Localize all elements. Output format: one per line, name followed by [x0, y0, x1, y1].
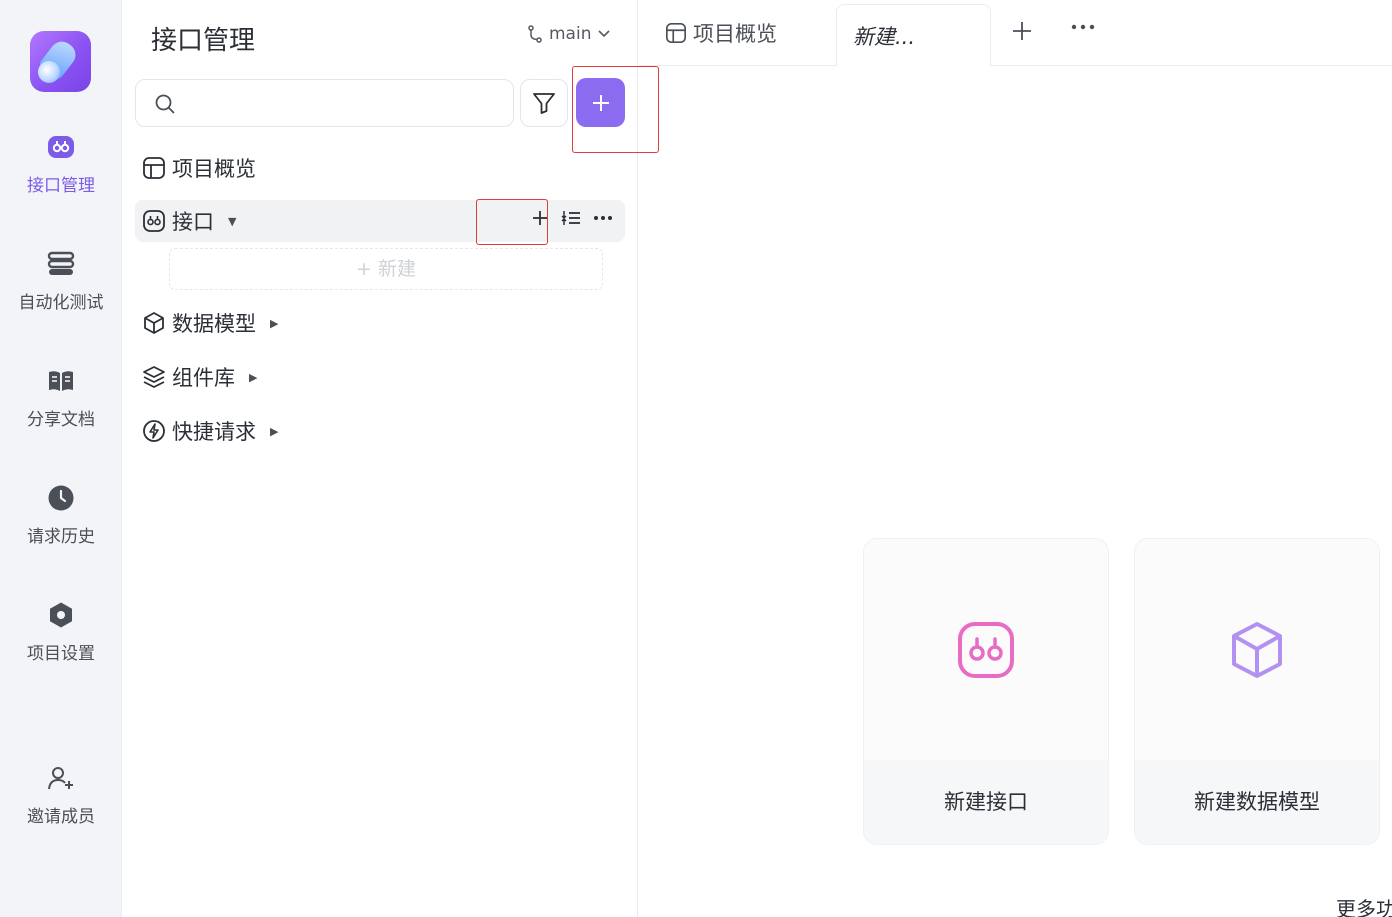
tree-item-quick-request[interactable]: 快捷请求 ▶ [135, 410, 625, 452]
search-icon [155, 94, 175, 114]
more-features-link[interactable]: 更多功 [1336, 893, 1392, 917]
search-input[interactable] [184, 90, 504, 118]
rail-item-label: 接口管理 [27, 176, 95, 196]
lightning-icon [143, 420, 165, 442]
filter-button[interactable] [520, 79, 568, 127]
new-api-card[interactable]: 新建接口 [863, 538, 1109, 845]
search-box [135, 79, 514, 127]
api-management-panel: 接口管理 main 项目概览 接口 ▼ + 新建 数据模型 ▶ 组件库 ▶ 快捷… [123, 0, 659, 917]
new-item-placeholder[interactable]: + 新建 [169, 248, 603, 290]
tree-item-project-overview[interactable]: 项目概览 [135, 147, 625, 189]
sort-list-icon[interactable] [561, 209, 581, 227]
rail-item-share-docs[interactable]: 分享文档 [0, 367, 122, 430]
panel-title: 接口管理 [151, 26, 256, 56]
tree-item-label: 接口 [172, 210, 214, 234]
tree-item-data-model[interactable]: 数据模型 ▶ [135, 302, 625, 344]
tab-project-overview[interactable]: 项目概览 [665, 0, 777, 66]
overview-icon [666, 23, 686, 43]
new-data-model-card[interactable]: 新建数据模型 [1134, 538, 1380, 845]
add-tab-button[interactable] [1011, 20, 1033, 42]
rail-item-project-settings[interactable]: 项目设置 [0, 601, 122, 664]
caret-down-icon[interactable]: ▼ [228, 215, 236, 228]
overview-icon [143, 157, 165, 179]
highlight-box [476, 199, 548, 245]
tree-item-component-library[interactable]: 组件库 ▶ [135, 356, 625, 398]
cube-icon [144, 312, 164, 334]
caret-right-icon[interactable]: ▶ [270, 425, 278, 438]
api-icon [143, 210, 165, 232]
caret-right-icon[interactable]: ▶ [249, 371, 257, 384]
book-icon [49, 371, 73, 391]
clock-icon [48, 485, 74, 511]
caret-right-icon[interactable]: ▶ [270, 317, 278, 330]
tab-bar: 项目概览 新建... [639, 0, 1392, 67]
rail-item-automation-test[interactable]: 自动化测试 [0, 250, 122, 313]
rail-item-label: 项目设置 [27, 644, 95, 664]
filter-icon [533, 93, 555, 114]
api-icon [958, 622, 1014, 678]
settings-icon [50, 602, 72, 628]
tree-item-label: 组件库 [172, 366, 235, 390]
rail-item-request-history[interactable]: 请求历史 [0, 484, 122, 547]
rail-item-label: 请求历史 [27, 527, 95, 547]
chevron-down-icon [598, 30, 611, 38]
tab-label: 新建... [853, 24, 916, 49]
rail-item-label: 分享文档 [27, 410, 95, 430]
app-logo[interactable] [30, 31, 91, 92]
api-icon [48, 136, 74, 158]
highlight-box [572, 66, 659, 153]
more-icon[interactable] [593, 215, 613, 221]
card-label: 新建接口 [864, 760, 1108, 844]
cube-icon [1232, 622, 1282, 678]
automation-icon [47, 251, 75, 275]
left-rail: 接口管理 自动化测试 分享文档 请求历史 项目设置 邀请成员 [0, 0, 122, 917]
tab-label: 项目概览 [693, 22, 777, 46]
more-tabs-icon[interactable] [1071, 24, 1095, 30]
tree-item-label: 数据模型 [172, 312, 256, 336]
layers-icon [143, 366, 165, 388]
branch-icon [528, 25, 542, 43]
add-user-icon [48, 767, 73, 790]
tree-item-label: 快捷请求 [172, 420, 256, 444]
branch-selector[interactable]: main [527, 24, 611, 44]
tab-new[interactable]: 新建... [836, 4, 991, 67]
branch-name: main [549, 24, 592, 44]
rail-item-api-management[interactable]: 接口管理 [0, 133, 122, 196]
tree-item-api[interactable]: 接口 ▼ [135, 200, 625, 242]
rail-item-label: 邀请成员 [27, 807, 95, 827]
tree-item-label: 项目概览 [172, 157, 256, 181]
rail-item-label: 自动化测试 [18, 293, 104, 313]
card-label: 新建数据模型 [1135, 760, 1379, 844]
rail-item-invite-members[interactable]: 邀请成员 [0, 764, 122, 827]
